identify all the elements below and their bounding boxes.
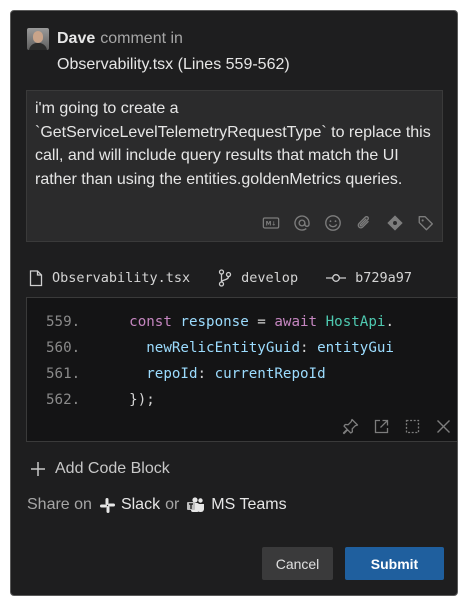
attachment-icon[interactable]	[354, 213, 374, 233]
meta-file: Observability.tsx	[29, 269, 191, 287]
teams-icon	[187, 496, 205, 512]
pullrequest-icon[interactable]	[385, 213, 405, 233]
meta-commit-sha: b729a97	[355, 270, 412, 286]
slack-icon	[99, 497, 115, 513]
code-token: await	[274, 314, 326, 330]
line-number: 562.	[46, 392, 81, 408]
plus-icon	[31, 462, 45, 476]
code-block[interactable]: 559. const response = await HostApi. 560.…	[26, 297, 457, 442]
share-slack-link[interactable]: Slack	[121, 496, 160, 514]
line-code: newRelicEntityGuid: entityGui	[95, 335, 394, 361]
submit-button[interactable]: Submit	[345, 547, 444, 580]
code-token: .	[385, 314, 394, 330]
cancel-button[interactable]: Cancel	[262, 547, 333, 580]
action-text: comment in	[100, 30, 183, 47]
meta-commit: b729a97	[326, 270, 412, 286]
open-external-icon[interactable]	[372, 417, 390, 435]
avatar	[27, 28, 49, 50]
code-token: response	[180, 314, 258, 330]
code-token: =	[257, 314, 275, 330]
code-token: repoId	[146, 366, 198, 382]
branch-icon	[219, 269, 232, 287]
code-token: currentRepoId	[214, 366, 326, 382]
code-meta: Observability.tsx develop b729a97	[29, 269, 440, 287]
svg-text:M↓: M↓	[266, 221, 277, 228]
commit-icon	[326, 274, 347, 282]
comment-header: Dave comment in Observability.tsx (Lines…	[27, 28, 447, 74]
share-prefix: Share on	[27, 496, 92, 513]
meta-file-name: Observability.tsx	[52, 270, 191, 286]
line-code: });	[95, 387, 155, 413]
code-token: :	[197, 366, 215, 382]
line-number: 559.	[46, 314, 81, 330]
comment-toolbar: M↓	[250, 213, 436, 233]
mention-icon[interactable]	[292, 213, 312, 233]
meta-branch: develop	[218, 269, 298, 287]
code-block-toolbar	[328, 417, 452, 435]
emoji-icon[interactable]	[323, 213, 343, 233]
code-token: const	[129, 314, 181, 330]
comment-textarea[interactable]: i'm going to create a `GetServiceLevelTe…	[26, 90, 443, 242]
author-name: Dave	[57, 30, 96, 47]
code-token: entityGui	[317, 340, 394, 356]
remove-icon[interactable]	[434, 417, 452, 435]
line-code: repoId: currentRepoId	[95, 361, 326, 387]
select-range-icon[interactable]	[403, 417, 421, 435]
comment-body[interactable]: i'm going to create a `GetServiceLevelTe…	[35, 97, 436, 191]
share-teams-link[interactable]: MS Teams	[211, 496, 286, 514]
file-icon	[29, 269, 43, 286]
code-token: });	[129, 392, 155, 408]
comment-panel: Dave comment in Observability.tsx (Lines…	[10, 10, 458, 596]
code-token: :	[300, 340, 318, 356]
tag-icon[interactable]	[416, 213, 436, 233]
pin-icon[interactable]	[341, 417, 359, 435]
share-row: Share on Slack or MS Teams	[27, 496, 287, 514]
share-or: or	[165, 496, 180, 513]
code-token: HostApi	[325, 314, 386, 330]
line-code: const response = await HostApi.	[95, 309, 394, 335]
line-number: 560.	[46, 340, 81, 356]
file-reference: Observability.tsx (Lines 559-562)	[57, 56, 290, 73]
code-token: newRelicEntityGuid	[146, 340, 300, 356]
markdown-icon[interactable]: M↓	[261, 213, 281, 233]
add-code-block-label: Add Code Block	[55, 460, 170, 477]
meta-branch-name: develop	[241, 270, 299, 286]
add-code-block-button[interactable]: Add Code Block	[30, 460, 170, 478]
line-number: 561.	[46, 366, 81, 382]
